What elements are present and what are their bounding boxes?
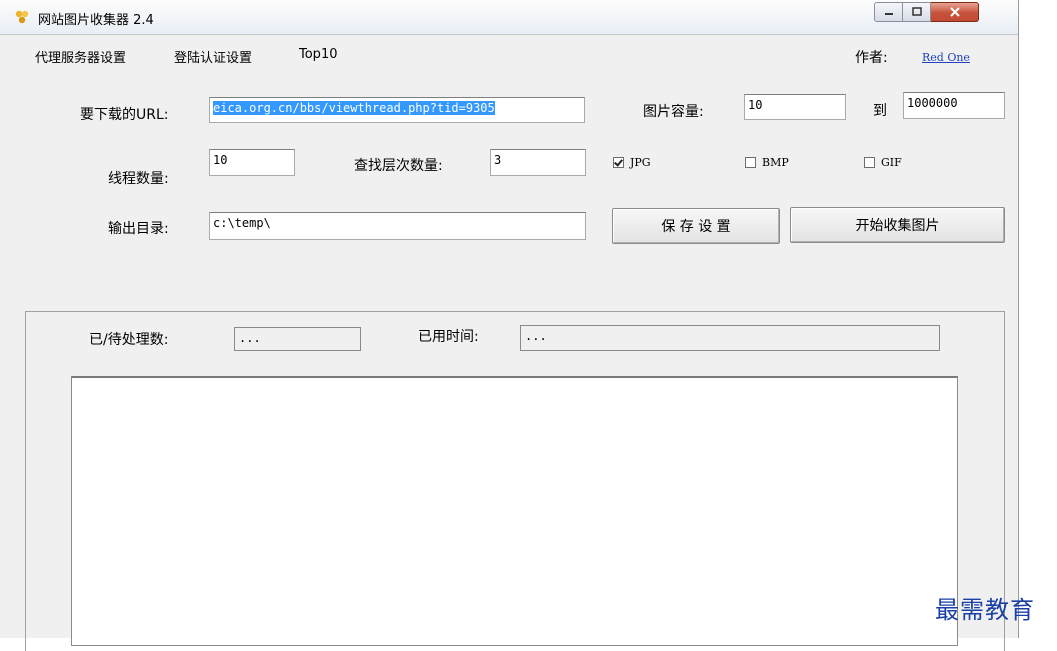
save-settings-button[interactable]: 保 存 设 置 [612,208,780,244]
gif-checkbox-box[interactable] [864,157,875,168]
threads-label: 线程数量: [108,171,169,187]
close-icon [949,7,960,17]
bmp-checkbox-box[interactable] [745,157,756,168]
output-dir-input[interactable]: c:\temp\ [209,212,586,240]
author-label: 作者: [855,50,888,66]
app-window: 网站图片收集器 2.4 代理服务器设置 登陆认证设置 Top10 作者: Red… [0,0,1019,651]
menu-proxy-settings[interactable]: 代理服务器设置 [35,47,126,66]
author-link[interactable]: Red One [922,51,970,64]
jpg-checkbox[interactable]: JPG [613,156,651,169]
url-input[interactable]: eica.org.cn/bbs/viewthread.php?tid=9305 [209,97,585,123]
maximize-icon [911,7,922,16]
output-label: 输出目录: [108,221,169,237]
close-button[interactable] [931,2,979,22]
jpg-checkbox-label: JPG [630,156,651,169]
depth-input[interactable]: 3 [490,149,586,176]
minimize-button[interactable] [874,2,903,22]
window-title: 网站图片收集器 2.4 [38,13,154,28]
log-output[interactable] [71,376,958,646]
depth-label: 查找层次数量: [354,158,443,174]
size-to-label: 到 [873,103,887,119]
processed-label: 已/待处理数: [89,332,169,348]
jpg-checkbox-box[interactable] [613,157,624,168]
url-value: eica.org.cn/bbs/viewthread.php?tid=9305 [213,101,495,115]
processed-count: ... [234,327,361,351]
start-collect-button[interactable]: 开始收集图片 [790,207,1005,243]
gif-checkbox-label: GIF [881,156,902,169]
url-label: 要下载的URL: [80,107,169,123]
elapsed-time: ... [520,325,940,351]
bmp-checkbox-label: BMP [762,156,789,169]
window-controls [874,2,979,24]
menu-top10[interactable]: Top10 [299,47,337,62]
maximize-button[interactable] [903,2,931,22]
bmp-checkbox[interactable]: BMP [745,156,789,169]
minimize-icon [884,13,893,15]
size-max-input[interactable]: 1000000 [903,92,1005,119]
menu-login-settings[interactable]: 登陆认证设置 [174,47,252,66]
threads-input[interactable]: 10 [209,149,295,176]
size-min-input[interactable]: 10 [744,94,846,120]
size-label: 图片容量: [643,104,704,120]
gif-checkbox[interactable]: GIF [864,156,902,169]
title-bar[interactable]: 网站图片收集器 2.4 [0,0,1018,35]
elapsed-label: 已用时间: [418,329,479,345]
app-icon [15,10,29,24]
watermark: 最需教育 [935,596,1035,624]
